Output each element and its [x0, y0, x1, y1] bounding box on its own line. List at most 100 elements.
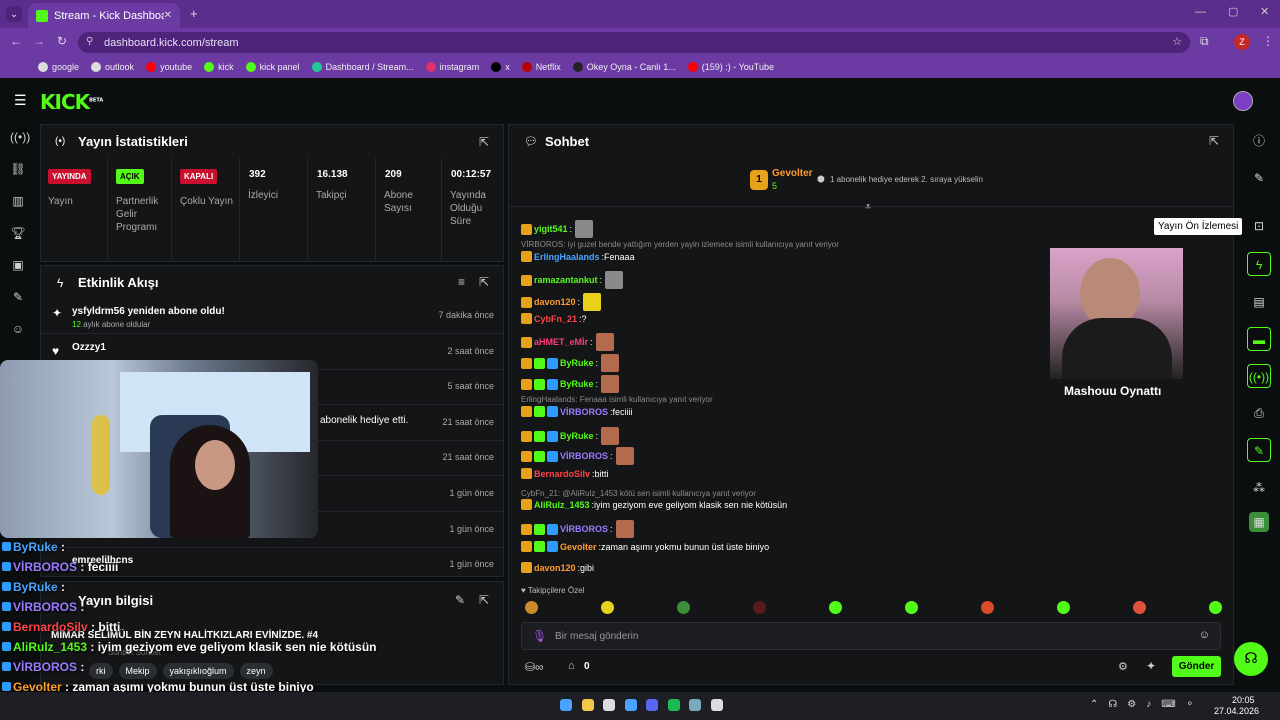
chat-emote-icon[interactable]: ✦ — [1146, 659, 1156, 673]
pinned-user[interactable]: Gevolter — [772, 168, 813, 179]
maximize-icon[interactable]: ▢ — [1228, 5, 1238, 18]
chat-message[interactable]: davon120: gibi — [521, 562, 594, 573]
bookmark-item[interactable]: x — [491, 62, 510, 72]
taskbar-app-icon[interactable] — [667, 699, 680, 711]
popout-chat-icon[interactable]: ⇱ — [1209, 134, 1219, 148]
popout-info-icon[interactable]: ⇱ — [479, 593, 489, 607]
send-button[interactable]: Gönder — [1172, 656, 1221, 677]
emote-option[interactable] — [753, 601, 766, 614]
tag-chip[interactable]: Mekip — [118, 663, 157, 679]
chat-message[interactable]: ErlingHaalands: Fenaaa — [521, 251, 635, 262]
mic-icon[interactable]: 🎙︎ — [532, 629, 547, 643]
activity-toggle-icon[interactable]: ϟ — [1247, 252, 1271, 276]
tag-chip[interactable]: zeyn — [239, 663, 273, 679]
emote-option[interactable] — [1133, 601, 1146, 614]
bookmark-star-icon[interactable]: ☆ — [1172, 35, 1182, 48]
emoji-picker-icon[interactable]: ☺ — [1199, 629, 1210, 641]
info-icon[interactable]: ⓘ — [1247, 129, 1271, 153]
scroll-down-icon[interactable]: ⩡ — [865, 201, 871, 214]
points-icon[interactable]: ⛁∞ — [525, 660, 544, 674]
chat-message[interactable]: ByRuke: — [521, 427, 620, 445]
chat-message[interactable]: ramazantankut: — [521, 271, 624, 289]
site-info-icon[interactable]: ⚲ — [86, 36, 93, 47]
chat-message[interactable]: CybFn_21: ? — [521, 313, 587, 324]
chat-message[interactable]: VİRBOROS: — [521, 520, 634, 538]
close-tab-icon[interactable]: ✕ — [164, 10, 172, 21]
activity-event[interactable]: ✦ ysfyldrm56 yeniden abone oldu! 12 aylık … — [40, 298, 504, 334]
emote-option[interactable] — [601, 601, 614, 614]
reload-icon[interactable]: ↻ — [57, 34, 67, 48]
chat-toggle-icon[interactable]: ▬ — [1247, 327, 1271, 351]
bookmark-item[interactable]: kick panel — [245, 62, 300, 72]
chat-message[interactable]: ByRuke: — [521, 375, 620, 393]
chat-username[interactable]: VİRBOROS — [560, 451, 608, 461]
notes-icon[interactable]: ▤ — [1247, 290, 1271, 314]
analytics-icon[interactable]: ▥ — [10, 194, 26, 210]
browser-tab[interactable]: Stream - Kick Dashboard ✕ — [28, 3, 180, 28]
chat-message[interactable]: AliRulz_1453: iyim geziyom eve geliyom k… — [521, 499, 787, 510]
chat-username[interactable]: ErlingHaalands — [534, 252, 600, 262]
chat-username[interactable]: CybFn_21 — [534, 314, 577, 324]
chat-input[interactable]: 🎙︎ Bir mesaj gönderin ☺ — [521, 622, 1221, 650]
points-rail-icon[interactable]: ⁂ — [1247, 476, 1271, 500]
chat-username[interactable]: Gevolter — [560, 542, 597, 552]
profile-avatar[interactable]: Z — [1234, 34, 1250, 50]
tag-chip[interactable]: rki — [89, 663, 113, 679]
back-icon[interactable]: ← — [10, 34, 22, 48]
chat-username[interactable]: davon120 — [534, 563, 576, 573]
emote-option[interactable] — [981, 601, 994, 614]
extensions-icon[interactable]: ⧉ — [1200, 34, 1209, 49]
mod-fab[interactable]: ☊ — [1234, 642, 1268, 676]
emote-option[interactable] — [905, 601, 918, 614]
filter-icon[interactable]: ≡ — [458, 275, 465, 289]
user-avatar[interactable] — [1233, 91, 1253, 111]
chat-message[interactable]: BernardoSilv: bitti — [521, 468, 609, 479]
emote-option[interactable] — [677, 601, 690, 614]
chat-username[interactable]: aHMET_eMİr — [534, 337, 588, 347]
chat-message[interactable]: aHMET_eMİr: — [521, 333, 614, 351]
media-icon[interactable]: ▣ — [10, 258, 26, 274]
taskbar-app-icon[interactable] — [624, 699, 637, 711]
tab-list-dropdown-icon[interactable]: ⌄ — [6, 6, 22, 22]
forward-icon[interactable]: → — [33, 34, 45, 48]
chat-username[interactable]: AliRulz_1453 — [534, 500, 590, 510]
taskbar-app-icon[interactable] — [603, 699, 615, 711]
chat-message[interactable]: ByRuke: — [521, 354, 620, 372]
tag-chip[interactable]: yakışıklıoğlum — [162, 663, 234, 679]
bookmark-item[interactable]: (159) :) - YouTube — [687, 62, 774, 72]
popout-stats-icon[interactable]: ⇱ — [479, 135, 489, 149]
emote-option[interactable] — [829, 601, 842, 614]
emote-option[interactable] — [525, 601, 538, 614]
stream-preview-thumbnail[interactable] — [1050, 248, 1183, 379]
chat-message[interactable]: davon120: — [521, 293, 602, 311]
edit-icon[interactable]: ✎ — [455, 593, 465, 607]
printer-icon[interactable]: ⎙ — [1247, 401, 1271, 425]
trophy-icon[interactable]: 🏆︎ — [10, 226, 26, 242]
bookmark-item[interactable]: Netflix — [521, 62, 561, 72]
chat-username[interactable]: davon120 — [534, 297, 576, 307]
minimize-icon[interactable]: — — [1195, 6, 1206, 18]
url-field[interactable]: ⚲ dashboard.kick.com/stream ☆ — [78, 32, 1190, 53]
taskbar-app-icon[interactable] — [560, 699, 572, 711]
taskbar-app-icon[interactable] — [710, 699, 723, 711]
bookmark-item[interactable]: kick — [204, 62, 234, 72]
chat-username[interactable]: ramazantankut — [534, 275, 598, 285]
chat-username[interactable]: VİRBOROS — [560, 524, 608, 534]
chat-settings-icon[interactable]: ⚙ — [1118, 660, 1128, 673]
new-tab-icon[interactable]: + — [190, 6, 198, 21]
emote-option[interactable] — [1057, 601, 1070, 614]
browser-menu-icon[interactable]: ⋮ — [1262, 34, 1274, 48]
bookmark-item[interactable]: instagram — [425, 62, 479, 72]
chat-username[interactable]: ByRuke — [560, 358, 594, 368]
chat-username[interactable]: yigit541 — [534, 224, 568, 234]
hamburger-menu-icon[interactable]: ☰ — [14, 92, 27, 109]
preview-toggle-icon[interactable]: ⊡ — [1247, 214, 1271, 238]
tools-toggle-icon[interactable]: ✎ — [1247, 438, 1271, 462]
chat-message[interactable]: VİRBOROS: feciiii — [521, 406, 633, 417]
chat-username[interactable]: VİRBOROS — [560, 407, 608, 417]
bookmark-item[interactable]: youtube — [146, 62, 192, 72]
edit-pencil-icon[interactable]: ✎ — [1247, 166, 1271, 190]
chat-message[interactable]: yigit541: — [521, 220, 594, 238]
taskbar-app-icon[interactable] — [581, 699, 594, 711]
popout-activity-icon[interactable]: ⇱ — [479, 275, 489, 289]
